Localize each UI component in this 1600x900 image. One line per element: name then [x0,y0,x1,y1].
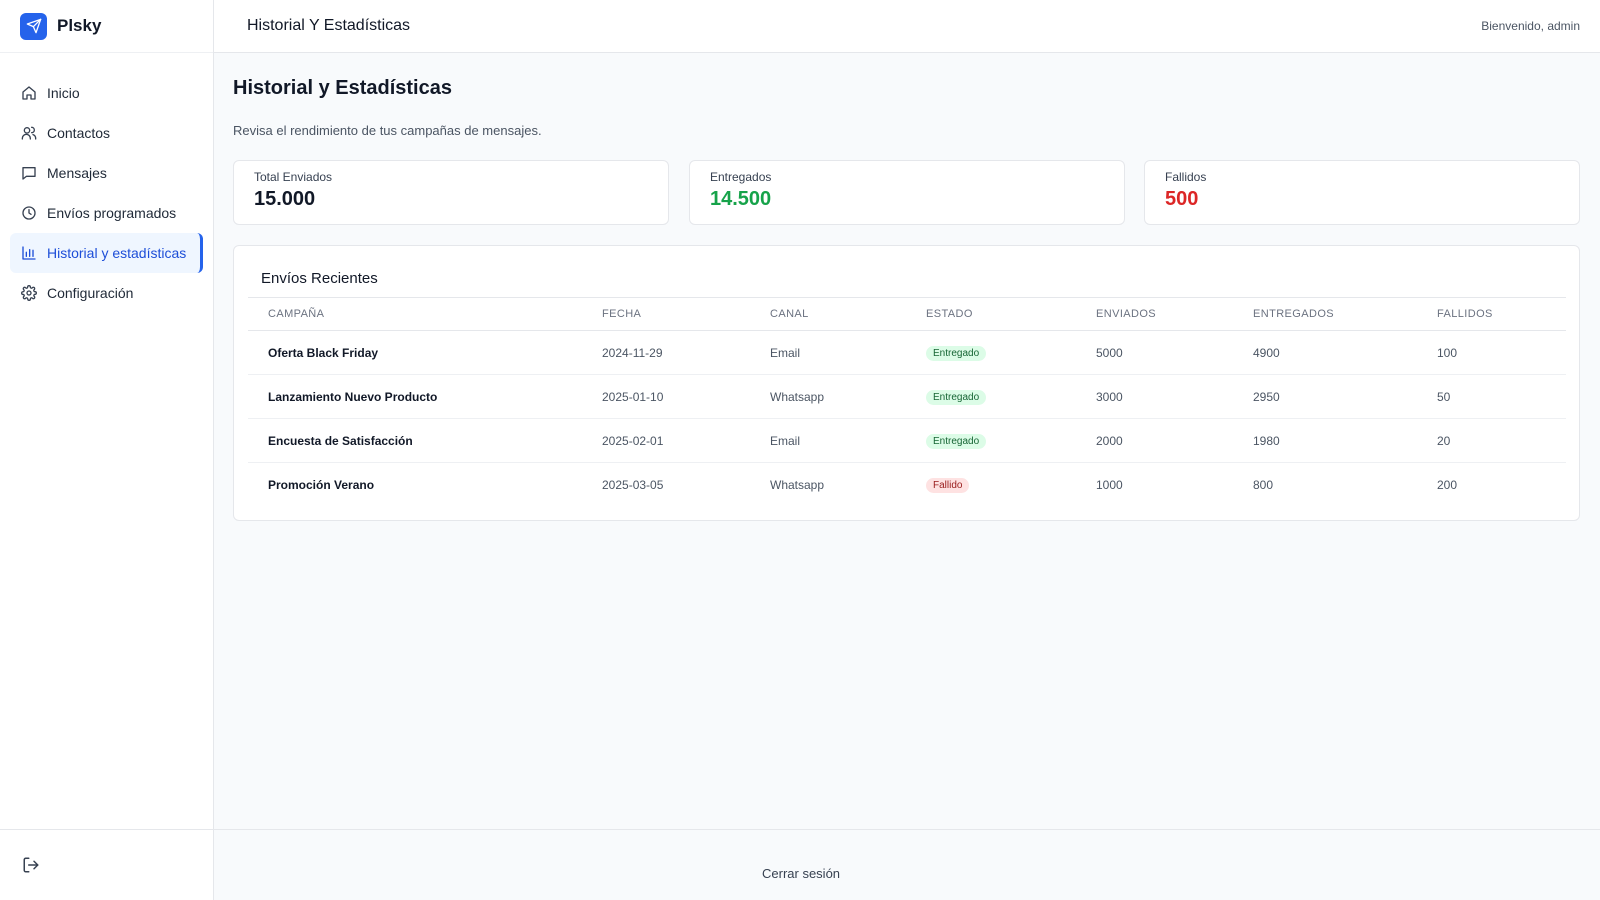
cell-channel: Email [750,330,906,375]
cell-campaign: Promoción Verano [268,477,375,492]
page-subtitle: Revisa el rendimiento de tus campañas de… [233,123,542,138]
stat-label: Total Enviados [254,170,333,184]
cell-sent: 5000 [1076,330,1233,375]
cell-date: 2025-03-05 [602,477,664,492]
sidebar: Plsky Inicio Contactos Mensajes Envíos p… [0,0,214,900]
table-header-row: CAMPAÑA FECHA CANAL ESTADO ENVIADOS ENTR… [248,297,1566,331]
stat-label: Fallidos [1165,170,1207,184]
sidebar-item-label: Contactos [47,125,111,141]
recent-sends-card: Envíos Recientes CAMPAÑA FECHA CANAL EST… [233,245,1580,521]
sidebar-footer [0,829,214,900]
table-row[interactable]: Encuesta de Satisfacción 2025-02-01 Emai… [248,418,1566,463]
cell-failed: 100 [1417,330,1566,375]
column-header: CANAL [750,297,906,331]
sidebar-item-inicio[interactable]: Inicio [10,73,203,113]
cell-campaign: Lanzamiento Nuevo Producto [248,374,582,419]
stat-card-total: Total Enviados 15.000 [233,160,669,225]
cell-status: Entregado [906,374,1076,419]
column-header: FECHA [582,297,750,331]
cell-sent: 3000 [1076,374,1233,419]
cell-status: Entregado [906,330,1076,375]
cell-delivered: 4900 [1233,330,1417,375]
column-header: FALLIDOS [1417,297,1566,331]
sidebar-item-label: Configuración [47,285,134,301]
stat-value: 14.500 [710,188,772,210]
status-badge: Entregado [926,433,987,449]
sidebar-item-configuracion[interactable]: Configuración [10,273,203,313]
sidebar-item-mensajes[interactable]: Mensajes [10,153,203,193]
welcome-text: Bienvenido, admin [1481,19,1580,33]
page-title: Historial y Estadísticas [233,77,452,99]
cell-date: 2025-01-10 [582,374,750,419]
logout-button[interactable]: Cerrar sesión [762,866,840,881]
column-header: ENTREGADOS [1233,297,1417,331]
stat-card-fallidos: Fallidos 500 [1144,160,1580,225]
clock-icon [20,204,38,222]
cell-channel: Email [750,418,906,463]
table-row[interactable]: Oferta Black Friday 2024-11-29 Email Ent… [248,330,1566,375]
cell-campaign: Encuesta de Satisfacción [248,418,582,463]
sidebar-item-historial[interactable]: Historial y estadísticas [10,233,203,273]
cell-sent: 2000 [1076,418,1233,463]
footer-bar: Cerrar sesión [214,829,1600,900]
sidebar-item-envios-programados[interactable]: Envíos programados [10,193,203,233]
send-icon [20,12,47,40]
recent-sends-table: CAMPAÑA FECHA CANAL ESTADO ENVIADOS ENTR… [248,297,1566,507]
cell-sent: 1000 [1096,477,1123,492]
column-header: ENVIADOS [1076,297,1233,331]
cell-status: Fallido [906,463,1076,507]
sidebar-item-contactos[interactable]: Contactos [10,113,203,153]
sidebar-item-label: Historial y estadísticas [47,245,187,261]
sidebar-item-label: Envíos programados [47,205,177,221]
status-badge: Fallido [926,477,970,493]
table-row[interactable]: Promoción Verano 2025-03-05 Whatsapp Fal… [248,463,1566,507]
cell-date: 2025-02-01 [582,418,750,463]
cell-failed: 200 [1437,477,1458,492]
logout-icon[interactable] [22,856,40,874]
cell-failed: 50 [1417,374,1566,419]
stat-card-entregados: Entregados 14.500 [689,160,1125,225]
cell-date: 2024-11-29 [582,330,750,375]
sidebar-item-label: Inicio [47,85,80,101]
home-icon [20,84,38,102]
status-badge: Entregado [926,345,987,361]
brand-name: Plsky [57,16,102,35]
cell-delivered: 800 [1253,477,1274,492]
bar-chart-icon [20,244,38,262]
table-title: Envíos Recientes [261,270,378,287]
column-header: ESTADO [906,297,1076,331]
table-row[interactable]: Lanzamiento Nuevo Producto 2025-01-10 Wh… [248,374,1566,419]
cell-delivered: 2950 [1233,374,1417,419]
cell-channel: Whatsapp [750,374,906,419]
status-badge: Entregado [926,389,987,405]
users-icon [20,124,38,142]
sidebar-item-label: Mensajes [47,165,107,181]
gear-icon [20,284,38,302]
message-icon [20,164,38,182]
stat-value: 15.000 [254,188,316,210]
cell-delivered: 1980 [1233,418,1417,463]
stat-value: 500 [1165,188,1199,210]
cell-failed: 20 [1417,418,1566,463]
top-bar: Historial Y Estadísticas Bienvenido, adm… [214,0,1600,53]
column-header: CAMPAÑA [248,297,582,331]
brand[interactable]: Plsky [0,0,213,53]
stat-label: Entregados [710,170,772,184]
cell-campaign: Oferta Black Friday [248,330,582,375]
cell-channel: Whatsapp [770,477,825,492]
table-wrapper: CAMPAÑA FECHA CANAL ESTADO ENVIADOS ENTR… [248,297,1566,507]
header-title: Historial Y Estadísticas [247,17,411,34]
cell-status: Entregado [906,418,1076,463]
